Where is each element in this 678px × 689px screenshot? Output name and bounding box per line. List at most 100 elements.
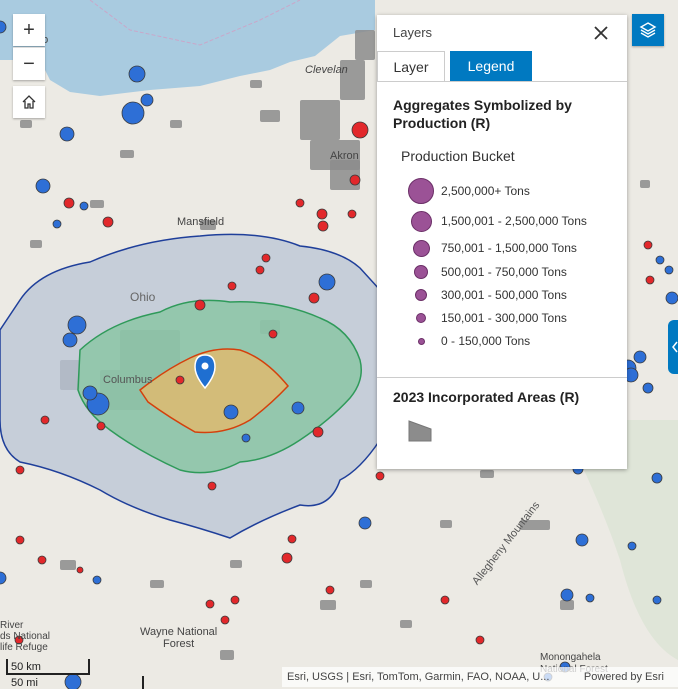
- aggregate-point-blue[interactable]: [585, 593, 595, 603]
- aggregate-point-blue[interactable]: [652, 595, 662, 605]
- legend-circle-symbol: [407, 330, 435, 352]
- label-mansfield: Mansfield: [177, 216, 225, 228]
- legend-field-title: Production Bucket: [401, 148, 515, 164]
- urban-area: [400, 620, 412, 628]
- aggregate-point-blue[interactable]: [627, 541, 637, 551]
- aggregate-point-red[interactable]: [96, 421, 106, 431]
- aggregate-point-red[interactable]: [102, 216, 114, 228]
- aggregate-point-blue[interactable]: [291, 401, 305, 415]
- home-icon: [22, 95, 36, 109]
- aggregate-point-blue[interactable]: [92, 575, 102, 585]
- aggregate-point-blue[interactable]: [575, 533, 589, 547]
- aggregate-point-blue[interactable]: [79, 201, 89, 211]
- label-akron: Akron: [330, 150, 359, 162]
- close-button[interactable]: [591, 23, 611, 43]
- aggregate-point-red[interactable]: [287, 534, 297, 544]
- aggregate-point-red[interactable]: [63, 197, 75, 209]
- legend-item-label: 0 - 150,000 Tons: [441, 334, 531, 348]
- aggregate-point-blue[interactable]: [35, 178, 51, 194]
- aggregate-point-red[interactable]: [230, 595, 240, 605]
- legend-circle-symbol: [407, 210, 435, 232]
- aggregate-point-red[interactable]: [261, 253, 271, 263]
- aggregate-point-blue[interactable]: [59, 126, 75, 142]
- legend-item-label: 500,001 - 750,000 Tons: [441, 265, 567, 279]
- aggregate-point-red[interactable]: [308, 292, 320, 304]
- aggregate-point-blue[interactable]: [655, 255, 665, 265]
- urban-area: [480, 470, 494, 478]
- aggregate-point-red[interactable]: [15, 465, 25, 475]
- aggregate-point-red[interactable]: [175, 375, 185, 385]
- urban-area: [355, 30, 375, 60]
- urban-area: [230, 560, 242, 568]
- aggregate-point-blue[interactable]: [62, 332, 78, 348]
- aggregate-point-red[interactable]: [317, 220, 329, 232]
- aggregate-point-blue[interactable]: [140, 93, 154, 107]
- aggregate-point-red[interactable]: [220, 615, 230, 625]
- urban-area: [640, 180, 650, 188]
- aggregate-point-blue[interactable]: [67, 315, 87, 335]
- aggregate-point-blue[interactable]: [241, 433, 251, 443]
- aggregate-point-red[interactable]: [295, 198, 305, 208]
- label-columbus: Columbus: [103, 374, 153, 386]
- aggregate-point-blue[interactable]: [318, 273, 336, 291]
- aggregate-point-blue[interactable]: [664, 265, 674, 275]
- legend-item: 2,500,000+ Tons: [407, 178, 530, 204]
- aggregate-point-red[interactable]: [316, 208, 328, 220]
- legend-item-label: 300,001 - 500,000 Tons: [441, 288, 567, 302]
- tab-layer[interactable]: Layer: [377, 51, 445, 81]
- layers-toggle-button[interactable]: [632, 14, 664, 46]
- aggregate-point-red[interactable]: [645, 275, 655, 285]
- home-button[interactable]: [13, 86, 45, 118]
- scalebar-km: 50 km: [11, 661, 41, 673]
- expand-panel-handle[interactable]: [668, 320, 678, 374]
- aggregate-point-red[interactable]: [349, 174, 361, 186]
- aggregate-point-blue[interactable]: [128, 65, 146, 83]
- aggregate-point-red[interactable]: [255, 265, 265, 275]
- aggregate-point-red[interactable]: [76, 566, 84, 574]
- aggregate-point-red[interactable]: [347, 209, 357, 219]
- urban-area: [90, 200, 104, 208]
- aggregate-point-red[interactable]: [205, 599, 215, 609]
- aggregate-point-red[interactable]: [40, 415, 50, 425]
- aggregate-point-red[interactable]: [37, 555, 47, 565]
- aggregate-point-red[interactable]: [312, 426, 324, 438]
- aggregate-point-blue[interactable]: [223, 404, 239, 420]
- powered-by-esri[interactable]: Powered by Esri: [584, 671, 664, 683]
- aggregate-point-blue[interactable]: [651, 472, 663, 484]
- aggregate-point-red[interactable]: [194, 299, 206, 311]
- aggregate-point-blue[interactable]: [52, 219, 62, 229]
- aggregate-point-red[interactable]: [440, 595, 450, 605]
- aggregate-point-red[interactable]: [268, 329, 278, 339]
- urban-area: [560, 600, 574, 610]
- panel-title: Layers: [393, 25, 433, 40]
- urban-area: [220, 650, 234, 660]
- zoom-in-button[interactable]: +: [13, 14, 45, 46]
- urban-area: [320, 600, 336, 610]
- aggregate-point-red[interactable]: [325, 585, 335, 595]
- zoom-out-button[interactable]: −: [13, 47, 45, 80]
- aggregate-point-red[interactable]: [227, 281, 237, 291]
- aggregate-point-red[interactable]: [375, 471, 385, 481]
- attribution-sources[interactable]: Esri, USGS | Esri, TomTom, Garmin, FAO, …: [287, 671, 549, 683]
- legend-divider: [377, 377, 627, 378]
- aggregate-point-blue[interactable]: [665, 291, 678, 305]
- urban-area: [60, 560, 76, 570]
- legend-circle-symbol: [407, 284, 435, 306]
- legend-circle-symbol: [407, 178, 435, 204]
- aggregate-point-blue[interactable]: [358, 516, 372, 530]
- aggregate-point-blue[interactable]: [560, 588, 574, 602]
- aggregate-point-blue[interactable]: [121, 101, 145, 125]
- aggregate-point-red[interactable]: [475, 635, 485, 645]
- legend-item: 0 - 150,000 Tons: [407, 330, 530, 352]
- aggregate-point-red[interactable]: [643, 240, 653, 250]
- aggregate-point-blue[interactable]: [82, 385, 98, 401]
- aggregate-point-blue[interactable]: [642, 382, 654, 394]
- tab-legend[interactable]: Legend: [450, 51, 532, 81]
- tab-divider: [377, 81, 627, 82]
- aggregate-point-red[interactable]: [281, 552, 293, 564]
- aggregate-point-blue[interactable]: [633, 350, 647, 364]
- aggregate-point-red[interactable]: [207, 481, 217, 491]
- aggregate-point-red[interactable]: [15, 535, 25, 545]
- urban-area: [260, 110, 280, 122]
- aggregate-point-red[interactable]: [351, 121, 369, 139]
